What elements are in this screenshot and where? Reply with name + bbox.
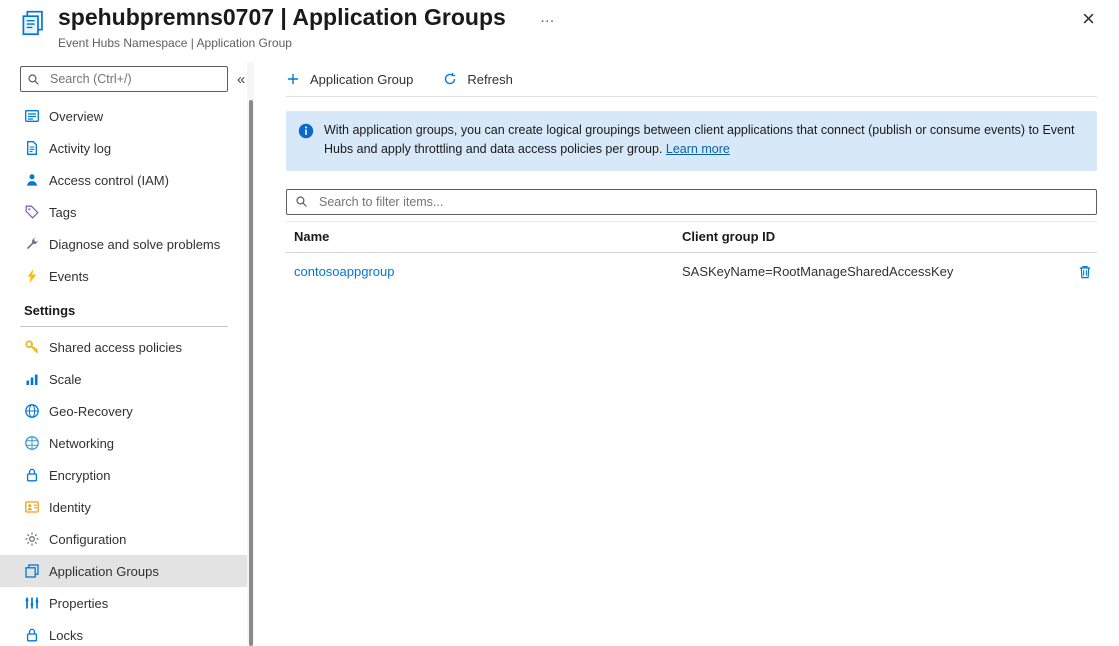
refresh-button-label: Refresh <box>467 71 513 87</box>
event-hubs-entity-icon <box>20 10 47 42</box>
table-row: contosoappgroup SASKeyName=RootManageSha… <box>286 253 1097 291</box>
network-globe-icon <box>24 435 40 451</box>
application-groups-blade: spehubpremns0707 | Application Groups … … <box>0 0 1119 646</box>
sidebar-scrollbar-thumb[interactable] <box>249 100 253 646</box>
lightning-icon <box>24 268 40 284</box>
overflow-menu-icon[interactable]: … <box>536 9 559 26</box>
main-content: Application Group Refresh With applicati… <box>264 62 1119 646</box>
overview-icon <box>24 108 40 124</box>
sidebar-item-encryption[interactable]: Encryption <box>0 459 248 491</box>
sidebar-search-input[interactable] <box>48 71 221 87</box>
sidebar-item-access-control-iam[interactable]: Access control (IAM) <box>0 164 248 196</box>
sidebar-item-label: Activity log <box>49 140 112 156</box>
info-icon <box>298 121 314 159</box>
sidebar-item-label: Tags <box>49 204 77 220</box>
sidebar-search[interactable] <box>20 66 228 92</box>
refresh-button[interactable]: Refresh <box>443 72 513 87</box>
filter-search-input[interactable] <box>317 193 1088 210</box>
gear-icon <box>24 531 40 547</box>
table-header-row: Name Client group ID <box>286 220 1097 253</box>
sidebar-item-networking[interactable]: Networking <box>0 427 248 459</box>
sidebar-item-shared-access-policies[interactable]: Shared access policies <box>0 331 248 363</box>
breadcrumb: Event Hubs Namespace | Application Group <box>58 36 292 50</box>
info-banner: With application groups, you can create … <box>286 111 1097 171</box>
sidebar-item-tags[interactable]: Tags <box>0 196 248 228</box>
scale-icon <box>24 371 40 387</box>
sidebar-item-activity-log[interactable]: Activity log <box>0 132 248 164</box>
globe-icon <box>24 403 40 419</box>
delete-icon[interactable] <box>1077 264 1093 280</box>
sidebar-item-events[interactable]: Events <box>0 260 248 292</box>
sidebar-item-label: Overview <box>49 108 104 124</box>
sidebar-item-label: Access control (IAM) <box>49 172 169 188</box>
filter-search-box[interactable] <box>286 188 1097 215</box>
access-control-icon <box>24 172 40 188</box>
sidebar-item-label: Locks <box>49 627 83 643</box>
sidebar-item-identity[interactable]: Identity <box>0 491 248 523</box>
learn-more-link[interactable]: Learn more <box>666 142 730 156</box>
search-icon <box>295 195 311 208</box>
sidebar-item-label: Shared access policies <box>49 339 182 355</box>
tags-icon <box>24 204 40 220</box>
sidebar-item-label: Scale <box>49 371 82 387</box>
sidebar-item-locks[interactable]: Locks <box>0 619 248 646</box>
key-icon <box>24 339 40 355</box>
identity-badge-icon <box>24 499 40 515</box>
sidebar-item-label: Geo-Recovery <box>49 403 133 419</box>
close-icon[interactable]: × <box>1082 8 1095 30</box>
sidebar-nav: Overview Activity log Access control (IA… <box>0 100 248 646</box>
refresh-icon <box>443 72 459 86</box>
plus-icon <box>286 72 302 86</box>
column-header-name[interactable]: Name <box>286 229 682 244</box>
sidebar-item-properties[interactable]: Properties <box>0 587 248 619</box>
sidebar-item-configuration[interactable]: Configuration <box>0 523 248 555</box>
sidebar-item-label: Diagnose and solve problems <box>49 236 221 252</box>
properties-sliders-icon <box>24 595 40 611</box>
application-groups-table: Name Client group ID contosoappgroup SAS… <box>286 220 1097 291</box>
sidebar-item-label: Events <box>49 268 89 284</box>
sidebar-item-label: Properties <box>49 595 109 611</box>
sidebar-item-overview[interactable]: Overview <box>0 100 248 132</box>
sidebar-item-label: Encryption <box>49 467 111 483</box>
sidebar-item-label: Networking <box>49 435 115 451</box>
app-group-name-link[interactable]: contosoappgroup <box>294 264 394 279</box>
application-groups-icon <box>24 563 40 579</box>
sidebar-item-scale[interactable]: Scale <box>0 363 248 395</box>
collapse-sidebar-icon[interactable]: « <box>237 71 245 88</box>
sidebar-item-label: Identity <box>49 499 91 515</box>
padlock-icon <box>24 627 40 643</box>
command-bar-divider <box>286 96 1097 97</box>
page-title: spehubpremns0707 | Application Groups <box>58 4 506 30</box>
command-bar: Application Group Refresh <box>264 62 1119 96</box>
sidebar-item-label: Application Groups <box>49 563 159 579</box>
client-group-id-value: SASKeyName=RootManageSharedAccessKey <box>682 264 954 279</box>
sidebar-item-application-groups[interactable]: Application Groups <box>0 555 248 587</box>
wrench-icon <box>24 236 40 252</box>
blade-header: spehubpremns0707 | Application Groups … … <box>0 0 1119 62</box>
column-header-client-group-id[interactable]: Client group ID <box>682 229 1057 244</box>
search-icon <box>27 73 43 86</box>
sidebar-item-geo-recovery[interactable]: Geo-Recovery <box>0 395 248 427</box>
sidebar: « Overview Activity log Access control (… <box>0 62 248 646</box>
sidebar-item-label: Configuration <box>49 531 127 547</box>
settings-divider <box>20 326 228 327</box>
settings-section-header: Settings <box>24 303 76 318</box>
add-button-label: Application Group <box>310 71 414 87</box>
activity-log-icon <box>24 140 40 156</box>
add-application-group-button[interactable]: Application Group <box>286 72 413 87</box>
lock-icon <box>24 467 40 483</box>
sidebar-item-diagnose[interactable]: Diagnose and solve problems <box>0 228 248 260</box>
